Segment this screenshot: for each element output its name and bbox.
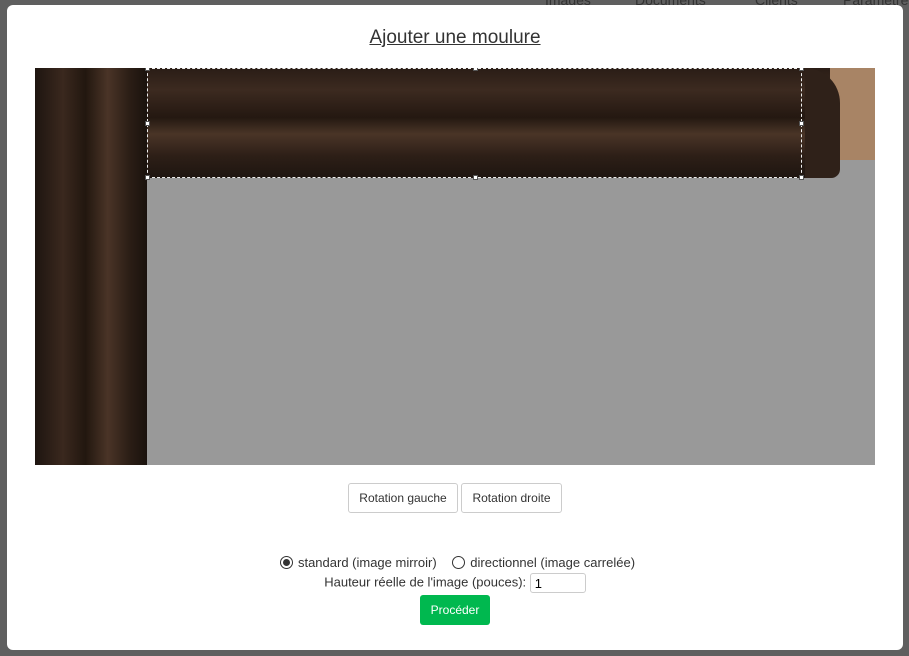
crop-handle[interactable]: [799, 121, 804, 126]
crop-handle[interactable]: [799, 175, 804, 180]
rotate-left-button[interactable]: Rotation gauche: [348, 483, 458, 513]
height-row: Hauteur réelle de l'image (pouces):: [7, 573, 903, 593]
add-molding-modal: Ajouter une moulure Rotation gauche Rota…: [7, 5, 903, 650]
crop-handle[interactable]: [145, 121, 150, 126]
option-directional-label[interactable]: directionnel (image carrelée): [470, 555, 635, 570]
crop-selection[interactable]: [145, 68, 804, 180]
height-label: Hauteur réelle de l'image (pouces):: [324, 574, 527, 590]
crop-handle[interactable]: [145, 68, 150, 71]
crop-handle[interactable]: [473, 175, 478, 180]
radio-directional[interactable]: [452, 556, 466, 569]
modal-title: Ajouter une moulure: [369, 27, 541, 48]
molding-image-cropper[interactable]: [35, 68, 875, 465]
tiling-options: standard (image mirroir) directionnel (i…: [7, 555, 903, 570]
option-standard-label[interactable]: standard (image mirroir): [298, 555, 437, 570]
crop-handle[interactable]: [799, 68, 804, 71]
height-input[interactable]: [529, 573, 586, 593]
crop-handle[interactable]: [145, 175, 150, 180]
proceed-button[interactable]: Procéder: [420, 595, 490, 625]
frame-image-left: [35, 68, 147, 465]
rotate-right-button[interactable]: Rotation droite: [461, 483, 562, 513]
radio-standard[interactable]: [279, 556, 293, 569]
crop-handle[interactable]: [473, 68, 478, 71]
